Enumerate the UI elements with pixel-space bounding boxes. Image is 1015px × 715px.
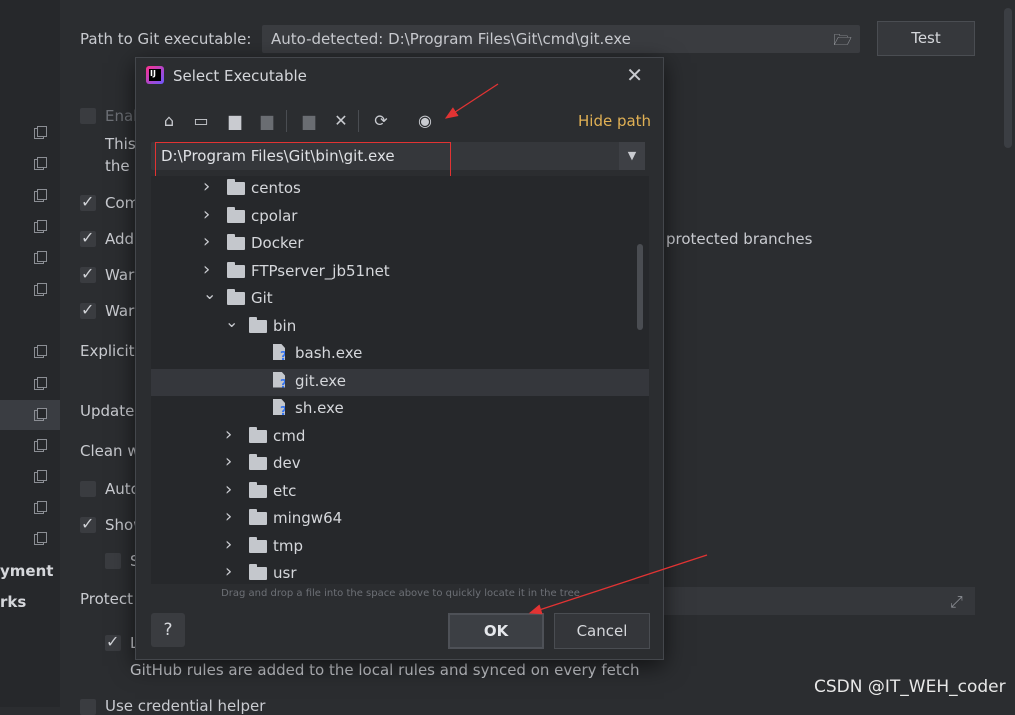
- watermark: CSDN @IT_WEH_coder: [814, 677, 1006, 697]
- annotation-arrow: [528, 554, 708, 615]
- annotation-arrow: [444, 83, 499, 119]
- annotation-arrows: [444, 83, 708, 615]
